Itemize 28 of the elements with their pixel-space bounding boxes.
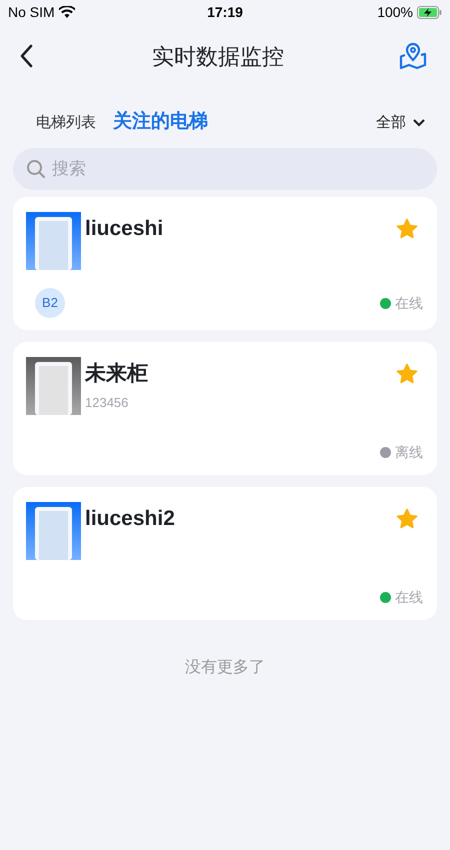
star-icon[interactable] (395, 217, 419, 241)
battery-charging-icon (417, 6, 442, 18)
wifi-icon (58, 6, 75, 18)
clock: 17:19 (207, 2, 243, 22)
status-label: 在线 (395, 294, 423, 312)
tab[interactable]: 电梯列表 (36, 112, 96, 136)
floor-tag: B2 (35, 288, 65, 318)
star-icon[interactable] (395, 507, 419, 531)
map-pin-icon[interactable] (398, 41, 428, 71)
page-title: 实时数据监控 (152, 42, 284, 70)
chevron-down-icon (412, 118, 426, 128)
elevator-card[interactable]: liuceshi2 在线 (13, 487, 437, 620)
elevator-name: liuceshi (85, 216, 164, 242)
search-field[interactable]: 搜索 (13, 148, 437, 190)
elevator-card[interactable]: liuceshi B2 在线 (13, 197, 437, 330)
carrier-label: No SIM (8, 2, 55, 22)
elevator-name: 未来柜 (85, 361, 148, 387)
end-of-list-text: 没有更多了 (184, 658, 266, 678)
tab[interactable]: 关注的电梯 (113, 108, 208, 136)
star-icon[interactable] (395, 362, 419, 386)
filter-dropdown[interactable]: 全部 (376, 112, 426, 136)
elevator-name: liuceshi2 (85, 506, 175, 532)
status-label: 离线 (395, 443, 423, 462)
search-icon (26, 159, 46, 179)
elevator-card[interactable]: 未来柜 123456 离线 (13, 342, 437, 475)
elevator-code: 123456 (85, 394, 130, 412)
battery-percent: 100% (377, 2, 413, 22)
status-label: 在线 (395, 588, 423, 607)
